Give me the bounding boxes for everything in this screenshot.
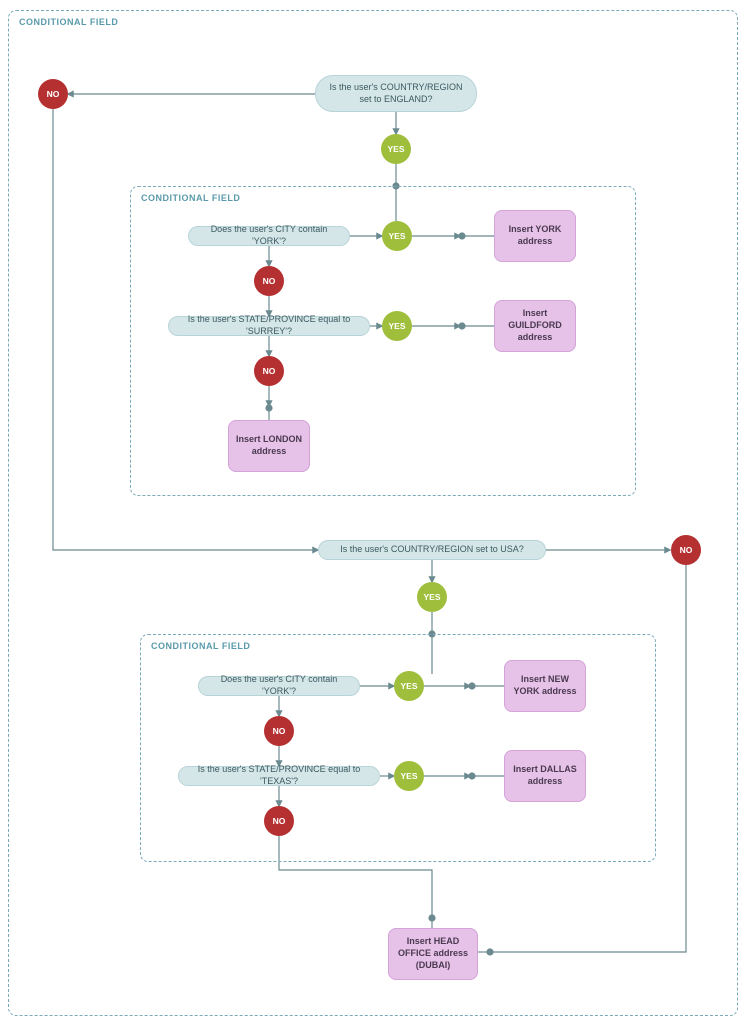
no-circle-york-eng: NO [254, 266, 284, 296]
no-circle-texas: NO [264, 806, 294, 836]
decision-york-eng: Does the user's CITY contain 'YORK'? [188, 226, 350, 246]
decision-surrey: Is the user's STATE/PROVINCE equal to 'S… [168, 316, 370, 336]
yes-circle-surrey: YES [382, 311, 412, 341]
decision-england: Is the user's COUNTRY/REGION set to ENGL… [315, 75, 477, 112]
yes-circle-texas: YES [394, 761, 424, 791]
no-circle-surrey: NO [254, 356, 284, 386]
no-circle-england: NO [38, 79, 68, 109]
decision-york-usa: Does the user's CITY contain 'YORK'? [198, 676, 360, 696]
action-guildford: Insert GUILDFORD address [494, 300, 576, 352]
yes-circle-usa: YES [417, 582, 447, 612]
decision-usa: Is the user's COUNTRY/REGION set to USA? [318, 540, 546, 560]
yes-circle-york-usa: YES [394, 671, 424, 701]
outer-label: CONDITIONAL FIELD [19, 17, 118, 27]
yes-circle-york-eng: YES [382, 221, 412, 251]
action-london: Insert LONDON address [228, 420, 310, 472]
inner-label-usa: CONDITIONAL FIELD [151, 641, 250, 651]
action-dallas: Insert DALLAS address [504, 750, 586, 802]
yes-circle-england: YES [381, 134, 411, 164]
no-circle-york-usa: NO [264, 716, 294, 746]
action-york: Insert YORK address [494, 210, 576, 262]
no-circle-usa: NO [671, 535, 701, 565]
inner-label-england: CONDITIONAL FIELD [141, 193, 240, 203]
outer-container: CONDITIONAL FIELD [8, 10, 738, 1016]
decision-texas: Is the user's STATE/PROVINCE equal to 'T… [178, 766, 380, 786]
action-newyork: Insert NEW YORK address [504, 660, 586, 712]
action-dubai: Insert HEAD OFFICE address (DUBAI) [388, 928, 478, 980]
